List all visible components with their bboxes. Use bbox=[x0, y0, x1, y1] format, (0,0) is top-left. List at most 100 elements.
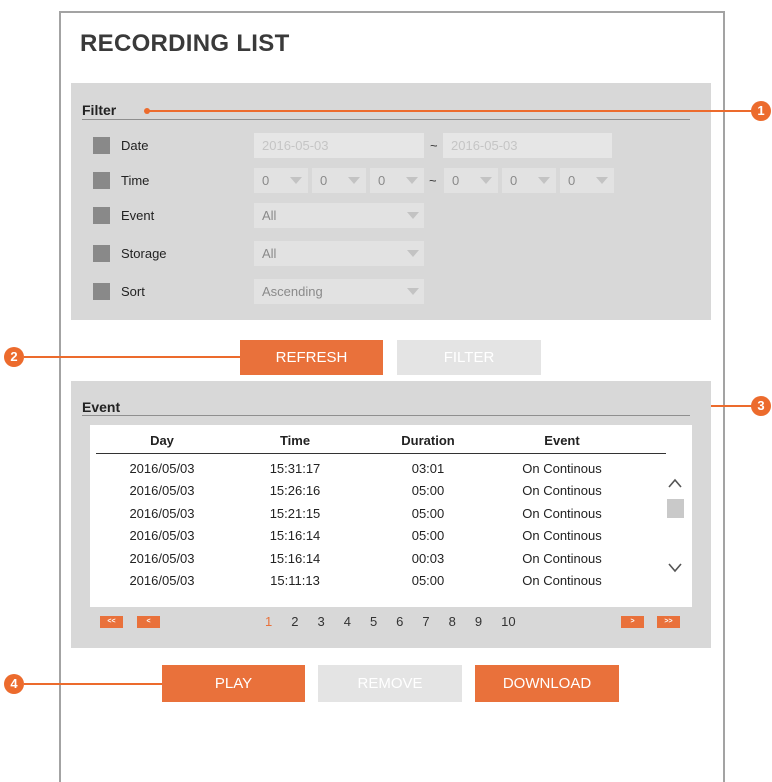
page-numbers: 1 2 3 4 5 6 7 8 9 10 bbox=[265, 613, 516, 631]
time-from-minute-value: 0 bbox=[320, 173, 328, 188]
date-row: Date 2016-05-03 ~ 2016-05-03 bbox=[71, 133, 711, 158]
table-row[interactable]: 2016/05/03 15:11:13 05:00 On Continous bbox=[96, 570, 630, 592]
dropdown-arrow-icon bbox=[407, 250, 419, 257]
column-header-day: Day bbox=[150, 433, 174, 448]
dropdown-arrow-icon bbox=[348, 177, 360, 184]
callout-1-badge: 1 bbox=[751, 101, 771, 121]
page-link-8[interactable]: 8 bbox=[449, 613, 456, 631]
chevron-down-icon[interactable] bbox=[668, 562, 682, 573]
callout-2-line bbox=[24, 356, 240, 358]
time-from-second-select[interactable]: 0 bbox=[370, 168, 424, 193]
cell-day: 2016/05/03 bbox=[129, 505, 195, 521]
time-to-hour-value: 0 bbox=[452, 173, 460, 188]
cell-time: 15:16:14 bbox=[269, 550, 321, 566]
time-checkbox[interactable] bbox=[93, 172, 110, 189]
page-link-3[interactable]: 3 bbox=[317, 613, 324, 631]
cell-event: On Continous bbox=[522, 550, 602, 566]
cell-day: 2016/05/03 bbox=[129, 461, 195, 476]
remove-button[interactable]: REMOVE bbox=[318, 665, 462, 702]
date-from-input[interactable]: 2016-05-03 bbox=[254, 133, 424, 158]
cell-day: 2016/05/03 bbox=[129, 483, 195, 499]
last-page-button[interactable]: >> bbox=[657, 616, 680, 628]
sort-row: Sort Ascending bbox=[71, 279, 711, 304]
cell-time: 15:21:15 bbox=[269, 505, 321, 521]
page-link-2[interactable]: 2 bbox=[291, 613, 298, 631]
storage-select[interactable]: All bbox=[254, 241, 424, 266]
time-from-hour-select[interactable]: 0 bbox=[254, 168, 308, 193]
event-panel: Event Day Time Duration Event 2016/05/03… bbox=[71, 381, 711, 648]
time-to-hour-select[interactable]: 0 bbox=[444, 168, 498, 193]
storage-row: Storage All bbox=[71, 241, 711, 266]
table-body: 2016/05/03 15:31:17 03:01 On Continous 2… bbox=[96, 458, 630, 592]
column-header-event: Event bbox=[544, 433, 580, 448]
cell-time: 15:11:13 bbox=[270, 572, 320, 588]
table-row[interactable]: 2016/05/03 15:31:17 03:01 On Continous bbox=[96, 458, 630, 480]
dropdown-arrow-icon bbox=[406, 177, 418, 184]
page-link-9[interactable]: 9 bbox=[475, 613, 482, 631]
refresh-button[interactable]: REFRESH bbox=[240, 340, 383, 375]
scrollbar-thumb[interactable] bbox=[667, 499, 684, 518]
filter-title: Filter bbox=[82, 102, 117, 118]
cell-duration: 05:00 bbox=[411, 528, 445, 544]
callout-4-badge: 4 bbox=[4, 674, 24, 694]
cell-event: On Continous bbox=[522, 461, 602, 476]
page-link-10[interactable]: 10 bbox=[501, 613, 515, 631]
date-to-value: 2016-05-03 bbox=[451, 138, 518, 153]
cell-duration: 05:00 bbox=[411, 483, 445, 499]
event-panel-title: Event bbox=[82, 399, 121, 415]
dropdown-arrow-icon bbox=[290, 177, 302, 184]
page-link-6[interactable]: 6 bbox=[396, 613, 403, 631]
page-link-7[interactable]: 7 bbox=[422, 613, 429, 631]
sort-checkbox[interactable] bbox=[93, 283, 110, 300]
column-header-time: Time bbox=[279, 433, 311, 448]
sort-label: Sort bbox=[121, 284, 145, 299]
cell-event: On Continous bbox=[522, 483, 602, 499]
page-title: RECORDING LIST bbox=[80, 30, 290, 57]
date-to-input[interactable]: 2016-05-03 bbox=[443, 133, 612, 158]
time-from-second-value: 0 bbox=[378, 173, 386, 188]
callout-4-line bbox=[24, 683, 162, 685]
play-button[interactable]: PLAY bbox=[162, 665, 305, 702]
sort-select[interactable]: Ascending bbox=[254, 279, 424, 304]
storage-label: Storage bbox=[121, 246, 167, 261]
table-row[interactable]: 2016/05/03 15:26:16 05:00 On Continous bbox=[96, 480, 630, 502]
dropdown-arrow-icon bbox=[538, 177, 550, 184]
cell-day: 2016/05/03 bbox=[129, 550, 195, 566]
event-filter-label: Event bbox=[121, 208, 155, 223]
cell-duration: 05:00 bbox=[411, 572, 445, 588]
chevron-up-icon[interactable] bbox=[668, 478, 682, 489]
table-header: Day Time Duration Event bbox=[96, 430, 630, 452]
time-from-minute-select[interactable]: 0 bbox=[312, 168, 366, 193]
filter-button[interactable]: FILTER bbox=[397, 340, 541, 375]
page-link-5[interactable]: 5 bbox=[370, 613, 377, 631]
page-link-1[interactable]: 1 bbox=[265, 613, 272, 631]
event-checkbox[interactable] bbox=[93, 207, 110, 224]
table-header-divider bbox=[96, 453, 666, 454]
page-link-4[interactable]: 4 bbox=[344, 613, 351, 631]
time-row: Time 0 0 0 ~ 0 0 0 bbox=[71, 168, 711, 193]
time-range-separator: ~ bbox=[429, 173, 437, 188]
dropdown-arrow-icon bbox=[480, 177, 492, 184]
time-to-minute-select[interactable]: 0 bbox=[502, 168, 556, 193]
cell-event: On Continous bbox=[522, 572, 602, 588]
filter-divider bbox=[82, 119, 690, 120]
storage-checkbox[interactable] bbox=[93, 245, 110, 262]
table-row[interactable]: 2016/05/03 15:16:14 05:00 On Continous bbox=[96, 525, 630, 547]
sort-value: Ascending bbox=[262, 284, 323, 299]
time-to-second-select[interactable]: 0 bbox=[560, 168, 614, 193]
event-filter-select[interactable]: All bbox=[254, 203, 424, 228]
prev-page-button[interactable]: < bbox=[137, 616, 160, 628]
cell-day: 2016/05/03 bbox=[129, 528, 195, 544]
cell-duration: 03:01 bbox=[411, 461, 445, 476]
table-row[interactable]: 2016/05/03 15:21:15 05:00 On Continous bbox=[96, 503, 630, 525]
date-checkbox[interactable] bbox=[93, 137, 110, 154]
callout-1-line bbox=[147, 110, 752, 112]
date-from-value: 2016-05-03 bbox=[262, 138, 329, 153]
cell-duration: 00:03 bbox=[411, 550, 445, 566]
first-page-button[interactable]: << bbox=[100, 616, 123, 628]
callout-1-dot bbox=[144, 108, 150, 114]
next-page-button[interactable]: > bbox=[621, 616, 644, 628]
table-row[interactable]: 2016/05/03 15:16:14 00:03 On Continous bbox=[96, 548, 630, 570]
time-to-minute-value: 0 bbox=[510, 173, 518, 188]
download-button[interactable]: DOWNLOAD bbox=[475, 665, 619, 702]
